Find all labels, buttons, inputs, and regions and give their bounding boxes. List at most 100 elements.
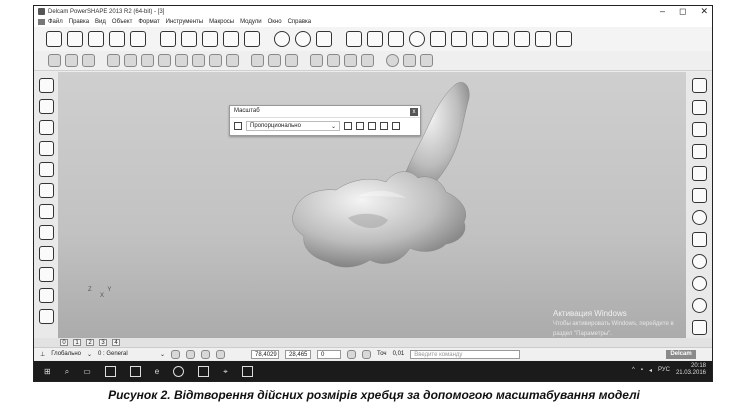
view-left-icon[interactable] xyxy=(141,54,154,67)
dimension-icon[interactable] xyxy=(38,141,54,156)
zoom-all-icon[interactable] xyxy=(691,254,707,269)
line-tool-icon[interactable] xyxy=(38,120,54,135)
zoom-selected-icon[interactable] xyxy=(691,232,707,247)
view-bottom-icon[interactable] xyxy=(124,54,137,67)
view-tab-3[interactable]: 3 xyxy=(99,339,107,346)
menu-edit[interactable]: Правка xyxy=(69,19,89,25)
menu-view[interactable]: Вид xyxy=(95,19,106,25)
rel-coord-icon[interactable] xyxy=(362,349,372,359)
pattern-icon[interactable] xyxy=(38,267,54,282)
scale-apply-icon[interactable] xyxy=(392,122,400,130)
workplane-tool-icon[interactable] xyxy=(38,99,54,114)
lighting-icon[interactable] xyxy=(386,54,399,67)
scale-y-icon[interactable] xyxy=(356,122,364,130)
view-iso-icon[interactable] xyxy=(209,54,222,67)
view-iso2-icon[interactable] xyxy=(226,54,239,67)
close-button[interactable]: ✕ xyxy=(700,6,708,17)
surface-tool-icon[interactable] xyxy=(38,162,54,177)
undo-icon[interactable] xyxy=(274,31,290,47)
spin-icon[interactable] xyxy=(344,54,357,67)
view-right-icon[interactable] xyxy=(158,54,171,67)
maximize-button[interactable]: ◻ xyxy=(679,6,686,17)
workplane-select[interactable]: Глобально xyxy=(51,351,81,357)
cube-iso-icon[interactable] xyxy=(691,144,707,159)
scale-grid-icon[interactable] xyxy=(380,122,388,130)
task-view-icon[interactable]: ▭ xyxy=(83,367,91,376)
feature-icon[interactable] xyxy=(535,31,551,47)
view-back-icon[interactable] xyxy=(192,54,205,67)
command-input[interactable]: Введите команду xyxy=(410,349,521,359)
delete-icon[interactable] xyxy=(244,31,260,47)
pointer-icon[interactable] xyxy=(38,78,54,93)
electrode-icon[interactable] xyxy=(38,246,54,261)
app-icon[interactable] xyxy=(198,366,210,377)
view-top-icon[interactable] xyxy=(107,54,120,67)
open-model-icon[interactable] xyxy=(88,31,104,47)
scale-z-icon[interactable] xyxy=(368,122,376,130)
zoom-in-icon[interactable] xyxy=(251,54,264,67)
coord-x-field[interactable]: 78,4029 xyxy=(251,349,280,359)
menu-tools[interactable]: Инструменты xyxy=(166,19,203,25)
edge-icon[interactable]: e xyxy=(155,367,159,376)
render-icon[interactable] xyxy=(420,54,433,67)
chrome-icon[interactable] xyxy=(173,366,185,377)
arc-icon[interactable] xyxy=(409,31,425,47)
text-icon[interactable] xyxy=(451,31,467,47)
open-folder-icon[interactable] xyxy=(67,31,83,47)
line-icon[interactable] xyxy=(388,31,404,47)
view-tab-4[interactable]: 4 xyxy=(112,339,120,346)
explorer-icon[interactable] xyxy=(104,366,116,377)
volume-icon[interactable]: ◂ xyxy=(649,367,652,374)
tree-icon[interactable] xyxy=(38,309,54,324)
pyramid-icon[interactable] xyxy=(691,320,707,335)
rotate-icon[interactable] xyxy=(310,54,323,67)
powershape-taskbar-icon[interactable] xyxy=(241,366,253,377)
coord-y-field[interactable]: 28,465 xyxy=(285,349,312,359)
workplane-icon[interactable] xyxy=(367,31,383,47)
orbit-icon[interactable] xyxy=(361,54,374,67)
level-select[interactable]: 0 : General xyxy=(98,351,154,357)
magic-wand-icon[interactable] xyxy=(556,31,572,47)
curve-icon[interactable] xyxy=(430,31,446,47)
assembly-icon[interactable] xyxy=(38,225,54,240)
tray-arrow-icon[interactable]: ^ xyxy=(632,367,635,373)
menu-modules[interactable]: Модули xyxy=(240,19,262,25)
layers-icon[interactable] xyxy=(201,349,211,359)
menu-help[interactable]: Справка xyxy=(288,19,312,25)
minimize-button[interactable]: – xyxy=(660,6,665,17)
drawing-icon[interactable] xyxy=(38,288,54,303)
select-icon[interactable] xyxy=(346,31,362,47)
store-icon[interactable] xyxy=(129,366,141,377)
zoom-window-icon[interactable] xyxy=(691,210,707,225)
menu-macros[interactable]: Макросы xyxy=(209,19,234,25)
3d-viewport[interactable]: Z Y X Активация Windows Чтобы активирова… xyxy=(58,72,688,338)
abs-coord-icon[interactable] xyxy=(347,349,357,359)
clock[interactable]: 20:18 21.03.2016 xyxy=(676,363,706,377)
solid-icon[interactable] xyxy=(493,31,509,47)
scale-x-icon[interactable] xyxy=(344,122,352,130)
cube-top-icon[interactable] xyxy=(691,100,707,115)
print-icon[interactable] xyxy=(130,31,146,47)
view-tab-0[interactable]: 0 xyxy=(60,339,68,346)
search-zoom-icon[interactable] xyxy=(691,166,707,181)
menu-object[interactable]: Объект xyxy=(112,19,132,25)
edit-icon[interactable] xyxy=(223,31,239,47)
menu-format[interactable]: Формат xyxy=(138,19,159,25)
network-icon[interactable]: ▪ xyxy=(641,367,643,373)
copy-icon[interactable] xyxy=(181,31,197,47)
surface-icon[interactable] xyxy=(472,31,488,47)
material-icon[interactable] xyxy=(403,54,416,67)
pan-icon[interactable] xyxy=(327,54,340,67)
save-icon[interactable] xyxy=(109,31,125,47)
wizard-icon[interactable] xyxy=(316,31,332,47)
sphere-icon[interactable] xyxy=(691,298,707,313)
zoom-fit-icon[interactable] xyxy=(285,54,298,67)
scale-dialog-close[interactable]: x xyxy=(410,108,418,116)
new-file-icon[interactable] xyxy=(46,31,62,47)
cube-front-icon[interactable] xyxy=(691,122,707,137)
grid-icon[interactable] xyxy=(186,349,196,359)
cube-view-icon[interactable] xyxy=(691,78,707,93)
mesh-tool-icon[interactable] xyxy=(38,204,54,219)
language-indicator[interactable]: РУС xyxy=(658,367,670,373)
view-icon[interactable] xyxy=(48,54,61,67)
